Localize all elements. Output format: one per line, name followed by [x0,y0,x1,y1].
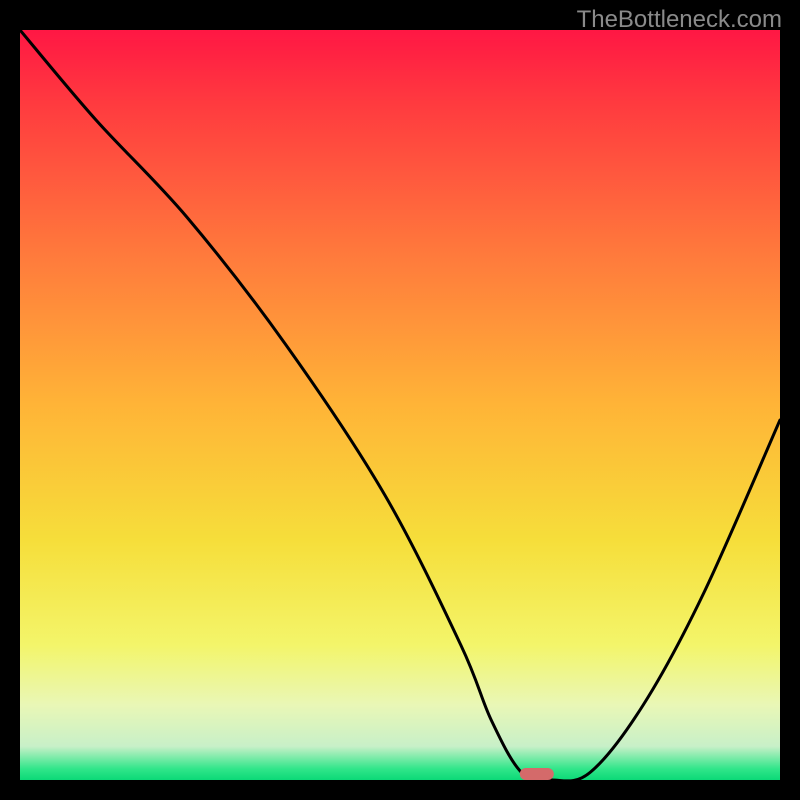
chart-svg [20,30,780,780]
chart-area [20,30,780,780]
optimal-marker [520,768,554,780]
watermark-text: TheBottleneck.com [577,6,782,34]
